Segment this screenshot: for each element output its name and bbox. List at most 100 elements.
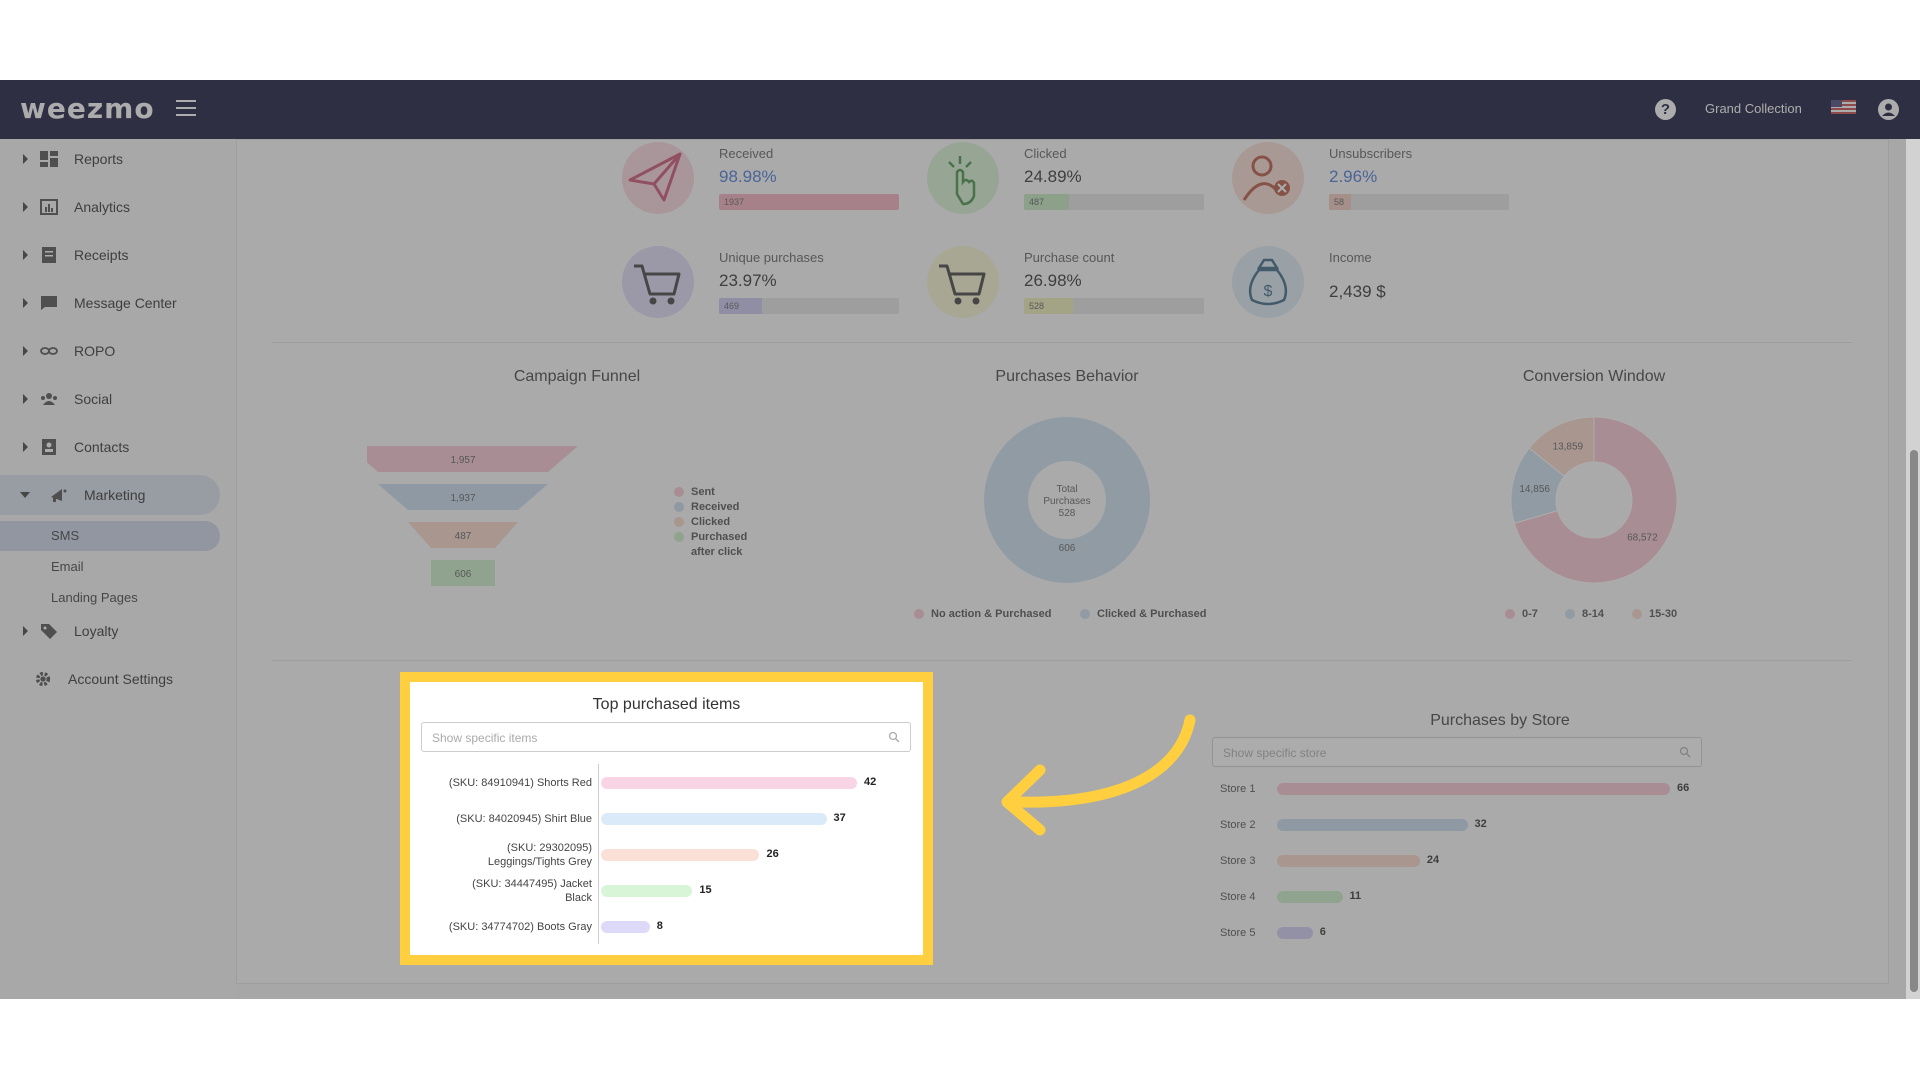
funnel-legend-item: Sent <box>674 486 715 498</box>
top-navigation-bar: weezmo ? Grand Collection <box>0 80 1920 139</box>
bar-category-label: Store 5 <box>1220 927 1256 939</box>
kpi-value: 98.98% <box>719 167 777 186</box>
bar <box>1277 891 1343 903</box>
bar <box>601 813 827 825</box>
bar <box>601 921 650 933</box>
analytics-icon <box>40 199 58 215</box>
kpi-label: Purchase count <box>1024 250 1115 265</box>
kpi-card: Unique purchases 23.97% 469 <box>622 246 902 336</box>
sidebar-item-social[interactable]: Social <box>0 379 220 419</box>
campaign-funnel-title: Campaign Funnel <box>513 368 641 385</box>
kpi-progress-bar: 58 <box>1329 194 1509 210</box>
conversion-legend-item: 0-7 <box>1505 608 1538 620</box>
infinity-icon <box>40 347 58 355</box>
sidebar-item-analytics[interactable]: Analytics <box>0 187 220 227</box>
sidebar-item-label: Analytics <box>74 199 131 215</box>
purchases-behavior-title: Purchases Behavior <box>995 368 1139 385</box>
conversion-window-donut: 68,572 14,856 13,859 <box>1510 416 1678 584</box>
store-search-input[interactable]: Show specific store <box>1212 737 1702 767</box>
kpi-progress-bar: 1937 <box>719 194 899 210</box>
sidebar-item-marketing[interactable]: Marketing <box>0 475 220 515</box>
sidebar-item-account-settings[interactable]: Account Settings <box>0 659 220 699</box>
svg-text:$: $ <box>1264 283 1273 300</box>
sidebar: Reports Analytics Receipts Message Cente… <box>0 139 236 999</box>
bar-category-label: (SKU: 29302095) Leggings/Tights Grey <box>487 842 592 868</box>
bar <box>601 885 693 897</box>
bar-category-label: Store 3 <box>1220 855 1256 867</box>
kpi-progress-bar: 487 <box>1024 194 1204 210</box>
receipt-icon <box>42 247 56 263</box>
people-icon <box>41 393 57 405</box>
purchases-by-store-title: Purchases by Store <box>1430 712 1570 729</box>
purchases-behavior-donut: 606 Total Purchases 528 <box>984 417 1150 583</box>
conversion-window-title: Conversion Window <box>1522 368 1666 385</box>
bar-category-label: (SKU: 84910941) Shorts Red <box>448 777 592 789</box>
sidebar-item-contacts[interactable]: Contacts <box>0 427 220 467</box>
bar <box>1277 783 1670 795</box>
kpi-label: Income <box>1329 250 1372 265</box>
bar <box>1277 927 1313 939</box>
conversion-slice-label: 14,856 <box>1519 484 1550 495</box>
megaphone-icon <box>51 489 67 502</box>
sidebar-subitem-sms[interactable]: SMS <box>0 521 220 551</box>
sidebar-item-ropo[interactable]: ROPO <box>0 331 220 371</box>
conversion-slice-label: 68,572 <box>1627 532 1658 543</box>
kpi-card: Unsubscribers 2.96% 58 <box>1232 142 1512 232</box>
bar <box>601 849 760 861</box>
kpi-card: Purchase count 26.98% 528 <box>927 246 1207 336</box>
sidebar-subitem-email[interactable]: Email <box>0 552 220 582</box>
funnel-value-label: 1,957 <box>450 455 475 466</box>
weezmo-logo[interactable]: weezmo <box>20 92 155 125</box>
top-purchased-items-panel: Top purchased items Show specific items … <box>400 672 933 965</box>
cart-icon <box>927 246 999 318</box>
kpi-progress-fill: 58 <box>1329 194 1351 210</box>
scrollbar-thumb[interactable] <box>1910 450 1918 992</box>
donut-center-line-3: 528 <box>1059 508 1076 519</box>
sidebar-subitem-landing-pages[interactable]: Landing Pages <box>0 583 220 613</box>
divider <box>272 342 1852 343</box>
paper-plane-icon <box>622 142 694 214</box>
conversion-slice-label: 13,859 <box>1553 441 1584 452</box>
bar-value-label: 6 <box>1319 926 1326 938</box>
conversion-legend-item: 8-14 <box>1565 608 1604 620</box>
user-account-icon[interactable] <box>1878 99 1899 120</box>
kpi-progress-bar: 469 <box>719 298 899 314</box>
funnel-value-label: 487 <box>455 531 472 542</box>
kpi-value: 2.96% <box>1329 167 1378 186</box>
kpi-value: 2,439 $ <box>1329 282 1386 301</box>
pointer-click-icon <box>927 142 999 214</box>
menu-hamburger-icon[interactable] <box>176 100 196 116</box>
sidebar-item-label: Message Center <box>74 295 177 311</box>
sidebar-item-receipts[interactable]: Receipts <box>0 235 220 275</box>
kpi-value: 24.89% <box>1024 167 1082 186</box>
sidebar-item-message-center[interactable]: Message Center <box>0 283 220 323</box>
sidebar-item-label: Reports <box>74 151 124 167</box>
user-remove-icon <box>1232 142 1304 214</box>
items-search-input[interactable]: Show specific items <box>421 722 911 752</box>
help-icon[interactable]: ? <box>1655 99 1676 120</box>
donut-center-line-2: Purchases <box>1043 496 1090 507</box>
sidebar-item-label: Account Settings <box>68 671 174 687</box>
search-icon <box>888 731 900 743</box>
legend-clicked-purchased: Clicked & Purchased <box>1080 608 1206 620</box>
us-flag-icon[interactable] <box>1831 100 1856 114</box>
donut-center-line-1: Total <box>1056 484 1077 495</box>
sidebar-item-label: Marketing <box>84 487 146 503</box>
bar <box>1277 855 1420 867</box>
sidebar-item-loyalty[interactable]: Loyalty <box>0 611 220 651</box>
funnel-value-label: 606 <box>455 569 472 580</box>
bar-value-label: 8 <box>656 920 663 932</box>
kpi-progress-fill: 528 <box>1024 298 1073 314</box>
dashboard-icon <box>40 151 58 167</box>
kpi-value: 23.97% <box>719 271 777 290</box>
sidebar-item-label: Contacts <box>74 439 130 455</box>
kpi-card: $ Income 2,439 $ <box>1232 246 1512 336</box>
store-selector[interactable]: Grand Collection <box>1705 101 1802 116</box>
contacts-icon <box>42 439 56 455</box>
sidebar-item-reports[interactable]: Reports <box>0 139 220 179</box>
slice-label: 606 <box>1059 543 1076 554</box>
kpi-value: 26.98% <box>1024 271 1082 290</box>
bar-value-label: 42 <box>864 776 877 788</box>
sidebar-item-label: Receipts <box>74 247 129 263</box>
kpi-progress-fill: 469 <box>719 298 763 314</box>
